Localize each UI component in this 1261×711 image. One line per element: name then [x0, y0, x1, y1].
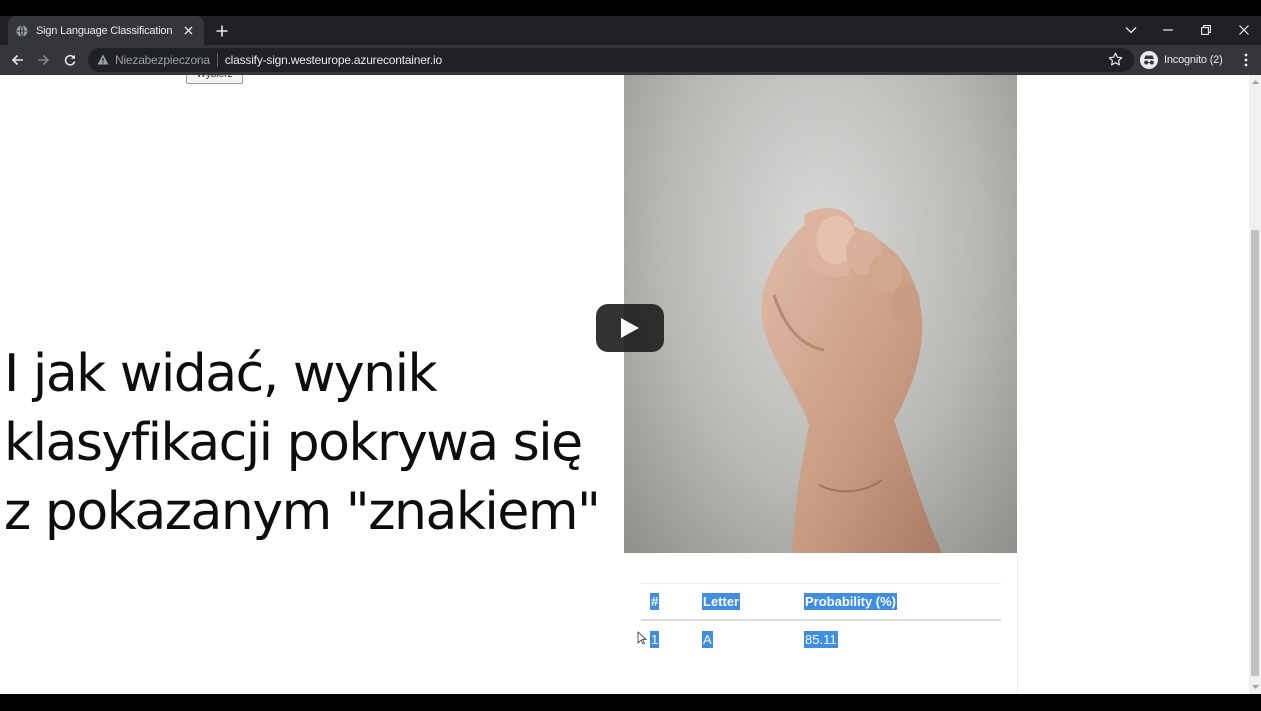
table-row: 1 A 85.11: [641, 620, 1001, 648]
subtitle-line: z pokazanym "znakiem": [4, 482, 601, 542]
uploaded-sign-image: [624, 75, 1017, 553]
play-button[interactable]: [596, 304, 664, 352]
column-header-letter: Letter: [693, 583, 795, 621]
video-letterbox-top: [0, 0, 1261, 16]
results-table: # Letter Probability (%) 1 A 85.11: [641, 583, 1001, 648]
minimize-icon[interactable]: [1156, 19, 1180, 41]
tab-strip: Sign Language Classification: [0, 16, 1261, 45]
column-header-index: #: [641, 583, 693, 621]
subtitle-line: klasyfikacji pokrywa się: [4, 413, 583, 473]
vertical-scrollbar[interactable]: [1249, 75, 1261, 694]
kebab-menu-icon[interactable]: [1238, 50, 1254, 70]
cell-probability: 85.11: [804, 631, 838, 648]
scroll-down-icon[interactable]: [1249, 682, 1261, 692]
scrollbar-thumb[interactable]: [1251, 230, 1259, 676]
star-icon[interactable]: [1108, 52, 1124, 68]
cursor-icon: [637, 631, 648, 645]
incognito-label: Incognito (2): [1164, 54, 1223, 66]
browser-toolbar: Niezabezpieczona classify-sign.westeurop…: [0, 45, 1261, 75]
not-secure-label[interactable]: Niezabezpieczona: [115, 53, 210, 67]
close-window-icon[interactable]: [1232, 19, 1256, 41]
incognito-icon: [1140, 51, 1158, 69]
tab-active[interactable]: Sign Language Classification: [8, 16, 204, 45]
subtitle-line: I jak widać, wynik: [4, 344, 438, 404]
plus-icon[interactable]: [212, 21, 232, 41]
warning-icon[interactable]: [97, 54, 109, 66]
back-icon[interactable]: [7, 50, 27, 70]
forward-icon[interactable]: [33, 50, 53, 70]
globe-icon: [16, 24, 28, 37]
page-viewport: Wybierz I jak widać, wynik klasyfikacji …: [0, 75, 1261, 694]
restore-icon[interactable]: [1194, 19, 1218, 41]
scroll-up-icon[interactable]: [1249, 77, 1261, 87]
incognito-profile-button[interactable]: Incognito (2): [1140, 49, 1223, 71]
play-icon: [621, 318, 639, 338]
url-text[interactable]: classify-sign.westeurope.azurecontainer.…: [225, 53, 442, 67]
cell-letter: A: [702, 631, 713, 648]
omnibox-divider: [216, 53, 218, 67]
address-bar[interactable]: Niezabezpieczona classify-sign.westeurop…: [88, 48, 1134, 72]
close-icon[interactable]: [180, 23, 196, 39]
chevron-down-icon[interactable]: [1119, 19, 1143, 41]
tab-title: Sign Language Classification: [36, 24, 173, 37]
video-letterbox-bottom: [0, 694, 1261, 711]
cell-index: 1: [650, 631, 660, 648]
video-subtitle: I jak widać, wynik klasyfikacji pokrywa …: [4, 340, 620, 547]
reload-icon[interactable]: [60, 50, 80, 70]
table-header-row: # Letter Probability (%): [641, 583, 1001, 621]
column-header-probability: Probability (%): [795, 583, 1001, 621]
file-select-button[interactable]: Wybierz: [186, 75, 243, 84]
